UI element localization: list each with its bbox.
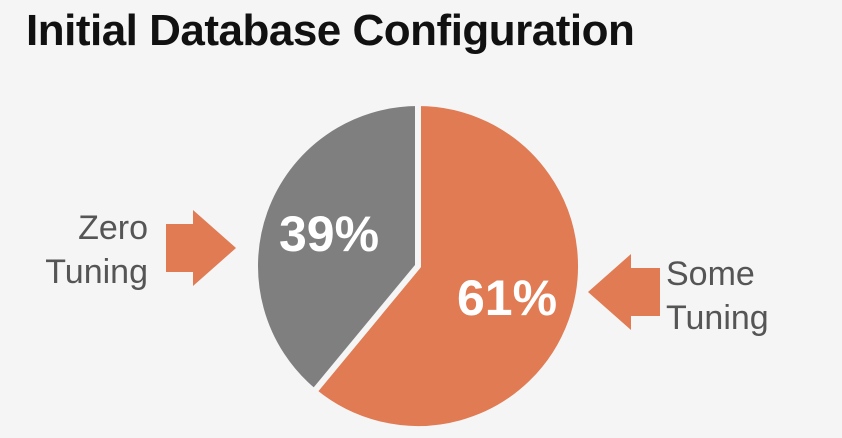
- arrow-some-tuning-icon: [588, 254, 660, 330]
- legend-label-zero-tuning: Zero Tuning: [45, 206, 148, 294]
- arrow-zero-tuning-icon: [166, 210, 236, 286]
- legend-label-zero-tuning-line2: Tuning: [45, 253, 148, 291]
- data-label-some-tuning: 61%: [457, 270, 557, 326]
- data-label-zero-tuning: 39%: [279, 206, 379, 262]
- legend-label-zero-tuning-line1: Zero: [78, 209, 148, 247]
- chart-canvas: Initial Database Configuration 61% 39% Ze…: [0, 0, 842, 438]
- legend-label-some-tuning-line2: Tuning: [666, 299, 769, 337]
- legend-label-some-tuning-line1: Some: [666, 255, 755, 293]
- legend-label-some-tuning: Some Tuning: [666, 252, 769, 340]
- pie-slices: [252, 100, 584, 432]
